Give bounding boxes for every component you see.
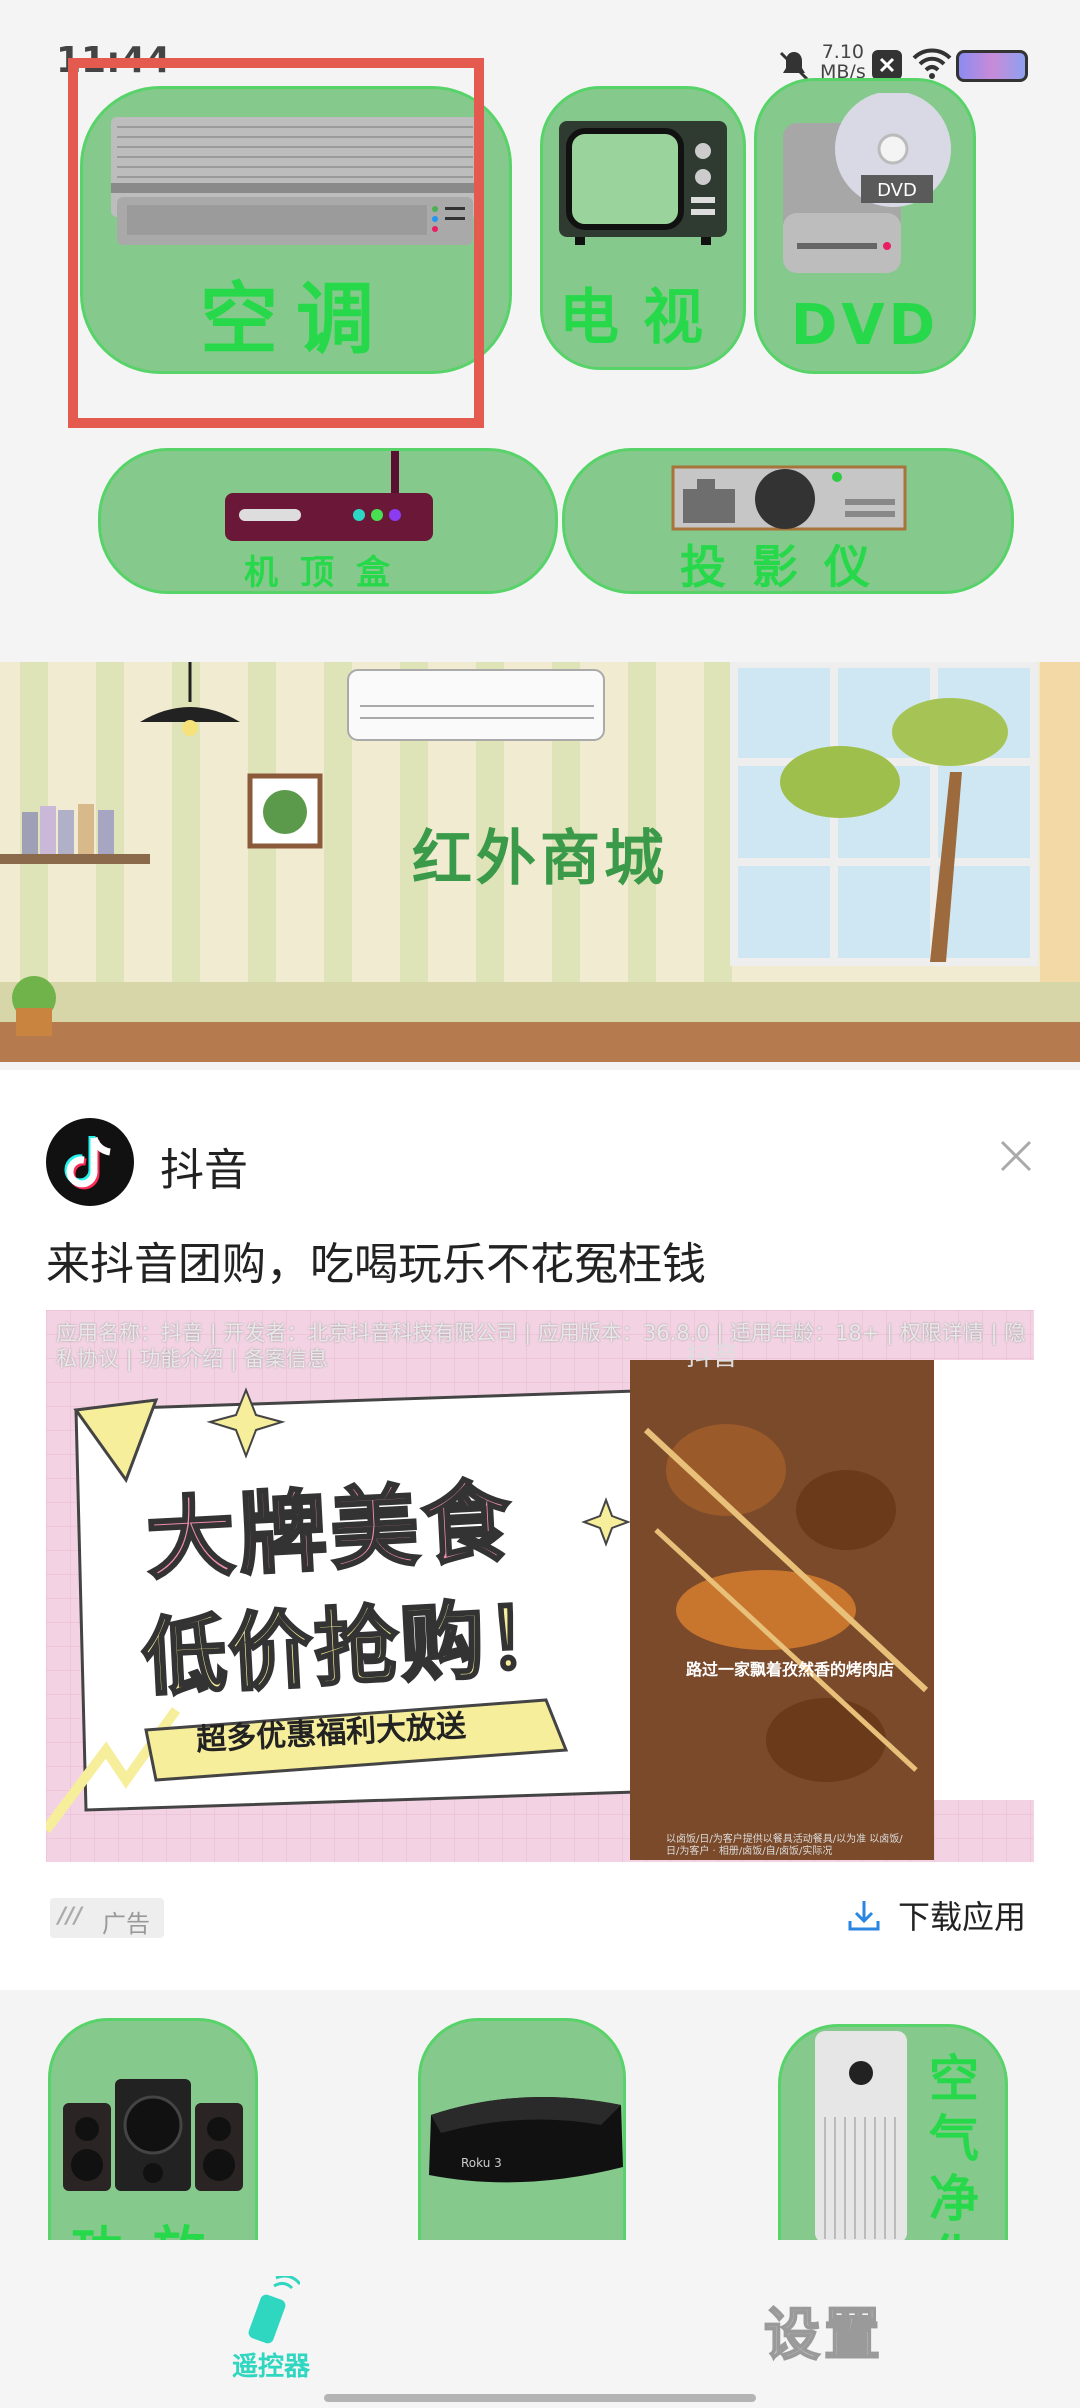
battery-icon [956, 50, 1028, 82]
ad-badge-icon: /// [58, 1904, 83, 1929]
air-conditioner-icon [111, 117, 479, 245]
device-label-projector: 投影仪 [680, 540, 896, 594]
air-purifier-icon [815, 2031, 907, 2243]
speaker-system-icon [63, 2079, 243, 2191]
device-tile-dvd[interactable]: DVD DVD [754, 78, 976, 374]
ad-badge: /// 广告 [50, 1898, 164, 1938]
ad-image[interactable]: 应用名称：抖音 | 开发者：北京抖音科技有限公司 | 应用版本：36.8.0 |… [46, 1310, 1034, 1862]
device-label-set-top-box: 机顶盒 [244, 553, 412, 593]
ad-watermark: 抖音 [686, 1342, 739, 1372]
bottom-nav: 遥控器 设置 [0, 2240, 1080, 2408]
device-label-air-purifier: 空气净化 [929, 2050, 979, 2243]
remote-control-icon [248, 2276, 300, 2344]
banner-title: 红外商城 [412, 824, 668, 894]
tiktok-logo-icon [46, 1118, 134, 1206]
photo-small-text: 以卤饭/日/为客户提供以餐具活动餐具/以为准 以卤饭/日/为客户 · 相册/卤饭… [666, 1834, 903, 1857]
device-tile-amplifier[interactable]: 功放 [48, 2018, 258, 2246]
close-icon [1000, 1140, 1032, 1172]
dvd-player-icon: DVD [783, 93, 951, 273]
streaming-box-brand: Roku 3 [461, 2156, 502, 2170]
television-icon [559, 121, 727, 245]
device-tile-tv[interactable]: 电视 [540, 86, 746, 370]
nav-tab-settings[interactable]: 设置 [763, 2290, 884, 2371]
download-app-button[interactable]: 下载应用 [846, 1892, 1026, 1938]
close-square-icon [872, 50, 902, 80]
promo-line-2: 低价抢购！ [139, 1585, 577, 1708]
download-app-label: 下载应用 [898, 1898, 1027, 1936]
ad-badge-label: 广告 [102, 1910, 150, 1938]
net-speed: 7.10 MB/s [820, 42, 866, 82]
close-ad-button[interactable] [996, 1136, 1036, 1176]
download-icon [848, 1901, 880, 1931]
nav-tab-remote-label: 遥控器 [232, 2352, 311, 2382]
device-tile-projector[interactable]: 投影仪 [562, 448, 1014, 594]
device-label-ac: 空调 [199, 275, 392, 365]
home-indicator[interactable] [324, 2394, 756, 2402]
dvd-disc-label: DVD [877, 180, 917, 201]
device-tile-streaming-box[interactable]: Roku 3 [418, 2018, 626, 2246]
net-speed-value: 7.10 [821, 41, 865, 63]
device-tile-air-purifier[interactable]: 空气净化 [778, 2024, 1008, 2246]
store-banner[interactable]: 红外商城 [0, 662, 1080, 1062]
status-time: 11:44 [56, 40, 171, 81]
device-label-tv: 电视 [559, 283, 727, 353]
set-top-box-icon [225, 451, 433, 541]
streaming-box-icon: Roku 3 [429, 2097, 623, 2183]
ad-headline: 来抖音团购，吃喝玩乐不花冤枉钱 [46, 1239, 706, 1290]
projector-icon [671, 465, 907, 531]
ad-card[interactable]: 抖音 来抖音团购，吃喝玩乐不花冤枉钱 应用名称：抖音 | 开发者：北京抖音科技有… [0, 1070, 1080, 1990]
device-tile-ac[interactable]: 空调 [80, 86, 512, 374]
nav-tab-remote[interactable]: 遥控器 [212, 2276, 322, 2386]
ad-info-line: 应用名称：抖音 | 开发者：北京抖音科技有限公司 | 应用版本：36.8.0 |… [56, 1321, 1026, 1371]
device-label-dvd: DVD [790, 293, 940, 358]
ad-app-name: 抖音 [160, 1145, 248, 1196]
photo-caption: 路过一家飘着孜然香的烤肉店 [686, 1660, 895, 1679]
device-tile-set-top-box[interactable]: 机顶盒 [98, 448, 558, 594]
